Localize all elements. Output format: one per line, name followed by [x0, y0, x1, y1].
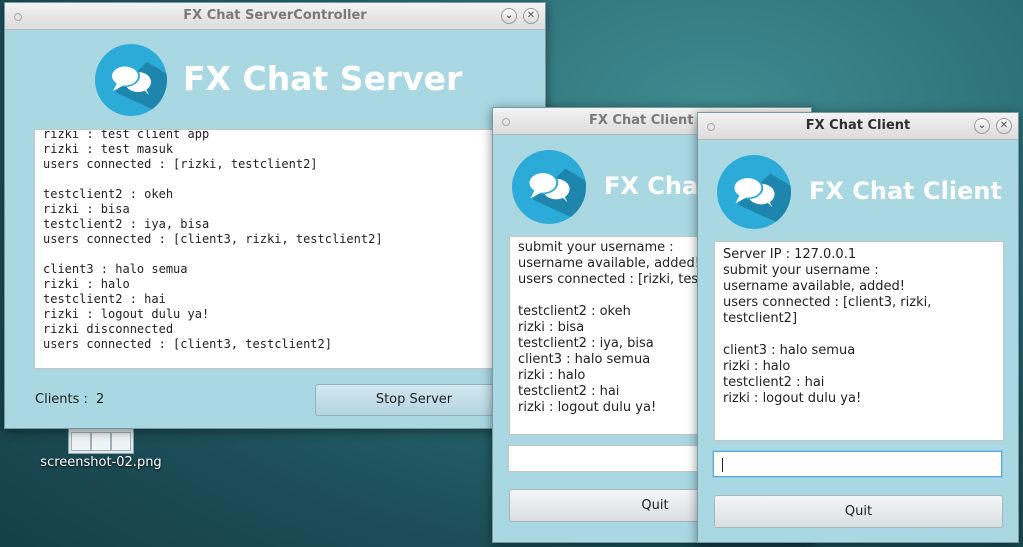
chat-line: username available, added! — [723, 279, 905, 294]
client-front-quit-button[interactable]: Quit — [714, 495, 1003, 528]
stop-server-button[interactable]: Stop Server — [315, 384, 513, 416]
chat-line: testclient2] — [723, 311, 798, 326]
text-caret — [722, 458, 723, 472]
close-icon[interactable]: ✕ — [996, 118, 1012, 134]
chat-line: users connected : [client3, rizki, — [723, 295, 932, 310]
chat-line — [723, 327, 931, 343]
chat-line: rizki : logout dulu ya! — [723, 391, 862, 406]
client-window-front: FX Chat Client ⌄ ✕ FX Chat Client Server… — [697, 112, 1019, 543]
chat-bubbles-icon — [512, 150, 586, 224]
chat-line: rizki : test client app — [43, 129, 210, 141]
image-file-icon — [68, 428, 134, 454]
chat-line: testclient2 : okeh — [43, 187, 174, 201]
chat-line — [43, 247, 383, 262]
chat-line: users connected : [client3, testclient2] — [43, 337, 332, 351]
clients-label: Clients : — [35, 392, 88, 407]
chat-line: Server IP : 127.0.0.1 — [723, 247, 857, 262]
server-app-title: FX Chat Server — [183, 59, 463, 98]
client-front-titlebar[interactable]: FX Chat Client ⌄ ✕ — [698, 113, 1018, 140]
client-front-app-title: FX Chat Client — [809, 177, 1002, 205]
chat-line: rizki : logout dulu ya! — [43, 307, 210, 321]
chat-line: users connected : [client3, rizki, testc… — [43, 232, 383, 246]
desktop-file-icon[interactable]: screenshot-02.png — [36, 428, 166, 478]
chat-line: users connected : [rizki, testclient2] — [43, 157, 318, 171]
chat-line: testclient2 : iya, bisa — [43, 217, 210, 231]
server-log-textarea[interactable]: rizki : test client app rizki : test masu… — [34, 129, 519, 369]
chat-line: client3 : halo semua — [723, 343, 856, 358]
client-front-message-input[interactable] — [713, 451, 1002, 477]
chat-bubbles-icon — [717, 155, 791, 229]
clients-count: 2 — [96, 392, 105, 407]
chat-line — [43, 172, 383, 187]
chat-line: client3 : halo semua — [43, 262, 188, 276]
minimize-icon[interactable]: ⌄ — [501, 8, 517, 24]
chat-line: rizki : halo — [723, 359, 791, 374]
server-titlebar[interactable]: FX Chat ServerController ⌄ ✕ — [5, 3, 545, 30]
server-window-title: FX Chat ServerController — [183, 8, 367, 23]
close-icon[interactable]: ✕ — [523, 8, 539, 24]
chat-bubbles-icon — [95, 44, 167, 116]
client-front-chat-textarea[interactable]: Server IP : 127.0.0.1 submit your usernam… — [714, 241, 1004, 441]
desktop-file-label: screenshot-02.png — [40, 455, 162, 470]
client-front-window-title: FX Chat Client — [805, 118, 911, 133]
server-window: FX Chat ServerController ⌄ ✕ FX Chat Ser… — [4, 2, 546, 429]
window-menu-icon[interactable] — [14, 13, 22, 21]
window-menu-icon[interactable] — [502, 118, 510, 126]
client-back-window-title: FX Chat Client — [589, 113, 694, 128]
chat-line: rizki : bisa — [43, 202, 130, 216]
chat-line: rizki : halo — [43, 277, 130, 291]
chat-line: submit your username : — [723, 263, 879, 278]
chat-line: rizki disconnected — [43, 322, 174, 336]
chat-line: rizki : test masuk — [43, 142, 174, 156]
window-menu-icon[interactable] — [707, 123, 715, 131]
chat-line: testclient2 : hai — [43, 292, 166, 306]
chat-line: testclient2 : hai — [723, 375, 825, 390]
minimize-icon[interactable]: ⌄ — [974, 118, 990, 134]
